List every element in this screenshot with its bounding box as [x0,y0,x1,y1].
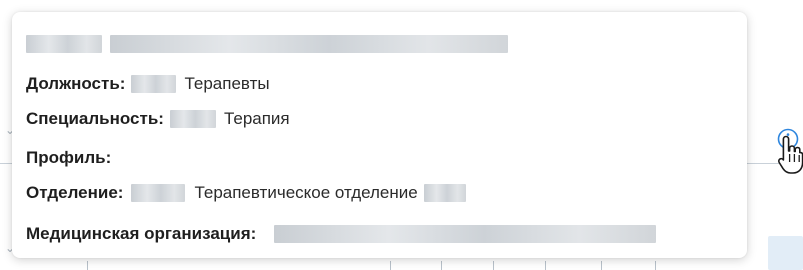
redacted-text [274,225,657,243]
background-tick [655,261,656,270]
department-label: Отделение: [26,183,124,202]
department-value: Терапевтическое отделение [194,183,418,202]
background-tick [441,261,442,270]
background-tick [493,261,494,270]
department-row: Отделение: Терапевтическое отделение [26,180,466,206]
redacted-text [110,35,508,53]
position-label: Должность: [26,74,126,93]
background-tick [545,261,546,270]
background-blurred-element [768,236,803,270]
redacted-text [169,110,216,128]
specialty-row: Специальность: Терапия [26,106,290,132]
redacted-text [26,35,102,53]
redacted-text [131,75,177,93]
specialty-value: Терапия [223,109,290,128]
profile-row: Профиль: [26,145,111,171]
employee-info-tooltip: Должность: Терапевты Специальность: Тера… [12,12,747,258]
background-tick [87,261,88,270]
profile-label: Профиль: [26,148,112,167]
position-row: Должность: Терапевты [26,71,270,97]
position-value: Терапевты [184,74,270,93]
background-tick [390,261,391,270]
organization-label: Медицинская организация: [26,224,257,243]
background-tick [601,261,602,270]
hand-pointer-icon [777,135,803,174]
redacted-text [423,184,466,202]
employee-name-redacted [26,31,508,57]
specialty-label: Специальность: [26,109,164,128]
redacted-text [131,184,186,202]
organization-row: Медицинская организация: [26,221,657,247]
